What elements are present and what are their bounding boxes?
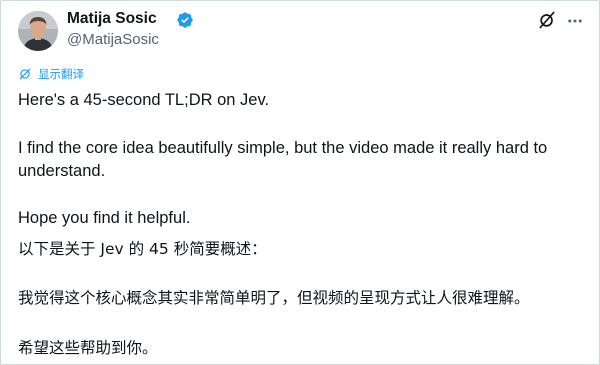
more-options-icon[interactable]: [566, 12, 584, 30]
author-handle[interactable]: @MatijaSosic: [67, 31, 159, 48]
show-translation-link[interactable]: 显示翻译: [18, 66, 84, 82]
grok-icon[interactable]: [537, 10, 557, 30]
post-text-line: Here's a 45-second TL;DR on Jev.: [18, 91, 270, 109]
post-text-line: Hope you find it helpful.: [18, 209, 191, 227]
post-text-line-cn: 希望这些帮助到你。: [18, 339, 158, 357]
post-text-line: I find the core idea beautifully simple,…: [18, 139, 548, 157]
verified-badge-icon: [177, 12, 193, 28]
post-card: [0, 0, 600, 365]
translate-icon: [19, 68, 31, 80]
post-text-line-cn: 以下是关于 Jev 的 45 秒简要概述：: [18, 240, 267, 258]
post-text-line: understand.: [18, 162, 106, 180]
show-translation-label: 显示翻译: [38, 67, 84, 81]
post-text-line-cn: 我觉得这个核心概念其实非常简单明了，但视频的呈现方式让人很难理解。: [18, 289, 530, 307]
author-name[interactable]: Matija Sosic: [67, 10, 157, 28]
avatar[interactable]: [18, 11, 58, 51]
